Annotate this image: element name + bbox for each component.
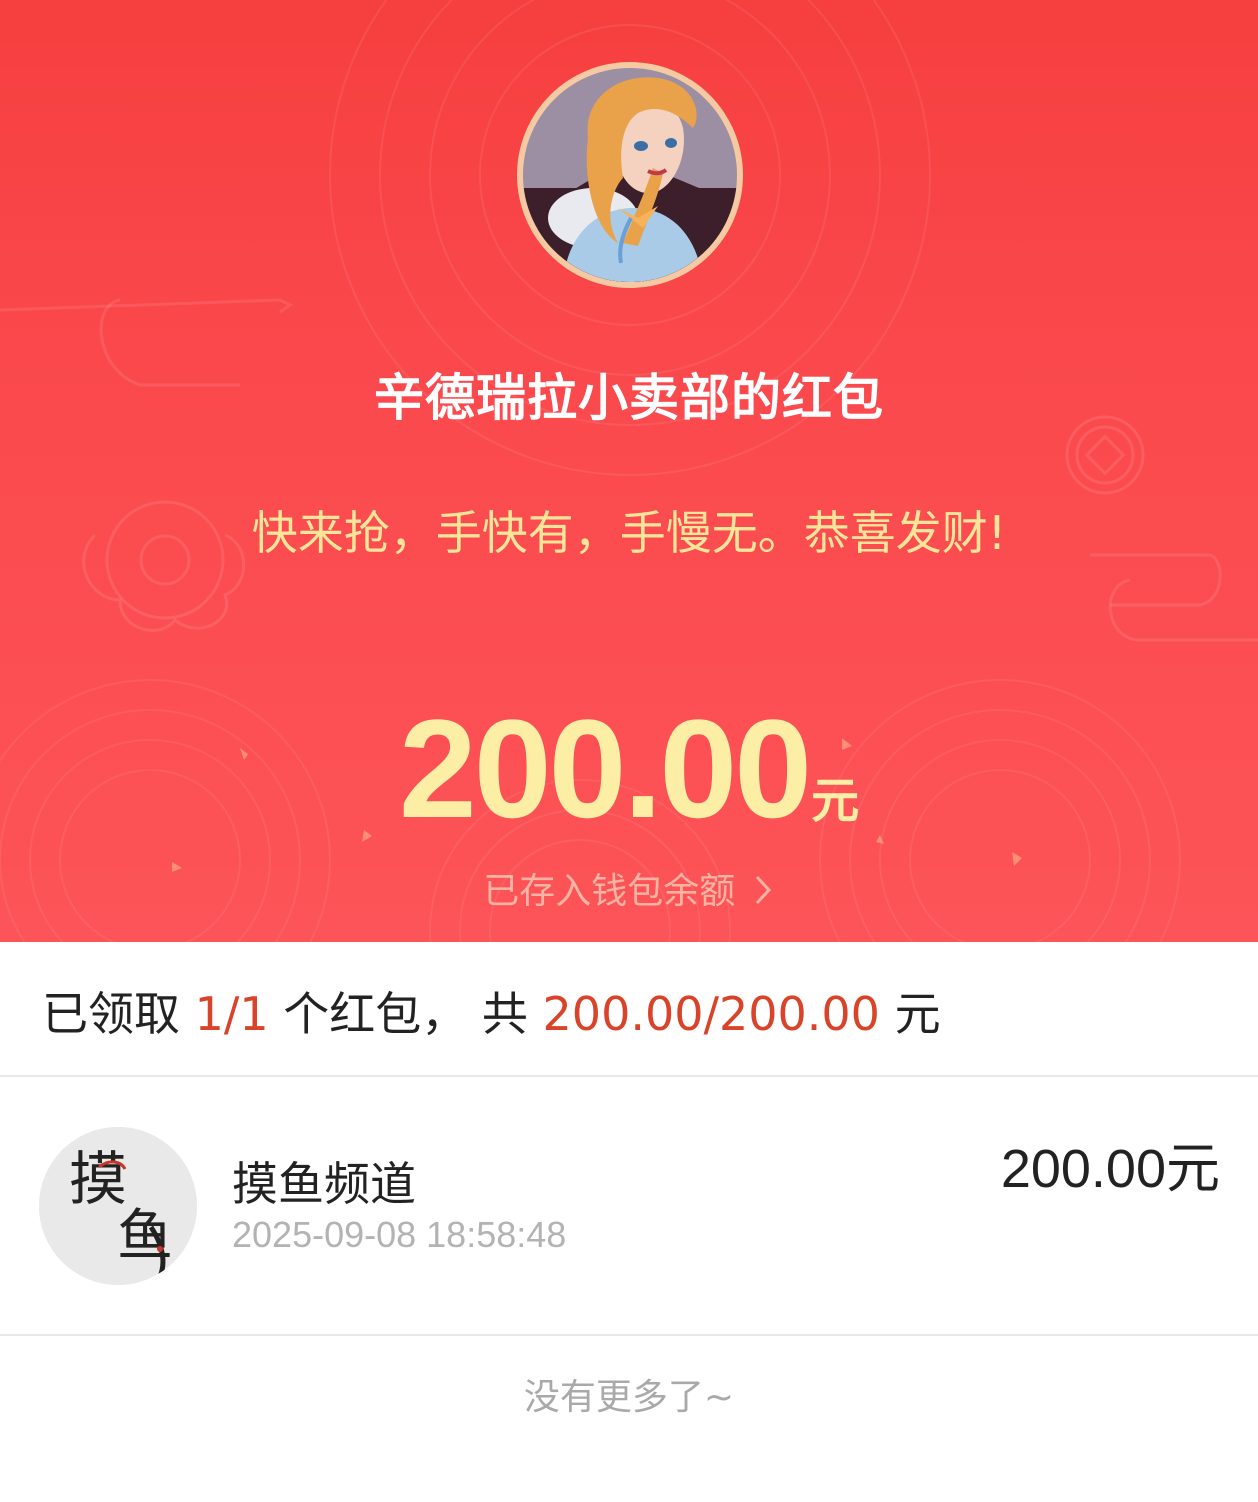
received-amount: 200.00元 — [0, 688, 1258, 850]
amount-value: 200.00 — [398, 690, 812, 847]
receiver-amount: 200.00元 — [1000, 1139, 1220, 1199]
divider — [0, 1075, 1258, 1077]
sender-avatar[interactable] — [523, 68, 737, 282]
summary-middle: 个红包， 共 — [268, 987, 543, 1041]
wallet-link-label: 已存入钱包余额 — [483, 871, 736, 912]
cinderella-avatar-icon — [523, 68, 737, 282]
sender-title: 辛德瑞拉小卖部的红包 — [374, 369, 884, 427]
greeting-message: 快来抢，手快有，手慢无。恭喜发财! — [251, 506, 1007, 560]
summary-suffix: 元 — [879, 987, 941, 1041]
divider — [0, 1334, 1258, 1336]
receiver-avatar[interactable]: 摸 鱼 — [39, 1127, 197, 1285]
amount-unit: 元 — [811, 773, 860, 829]
wallet-balance-link[interactable]: 已存入钱包余额 — [0, 862, 1258, 914]
receiver-name: 摸鱼频道 — [232, 1157, 416, 1211]
svg-text:摸: 摸 — [69, 1145, 127, 1213]
claim-summary: 已领取 1/1 个红包， 共 200.00/200.00 元 — [42, 978, 941, 1044]
receive-time: 2025-09-08 18:58:48 — [232, 1214, 567, 1255]
moyu-logo-icon: 摸 鱼 — [39, 1127, 197, 1285]
summary-prefix: 已领取 — [42, 987, 195, 1041]
red-packet-header: 辛德瑞拉小卖部的红包 快来抢，手快有，手慢无。恭喜发财! 200.00元 已存入… — [0, 0, 1258, 942]
claim-total: 200.00/200.00 — [542, 987, 880, 1041]
claim-count: 1/1 — [194, 987, 269, 1041]
chevron-right-icon — [755, 875, 771, 905]
no-more-label: 没有更多了~ — [523, 1377, 735, 1418]
